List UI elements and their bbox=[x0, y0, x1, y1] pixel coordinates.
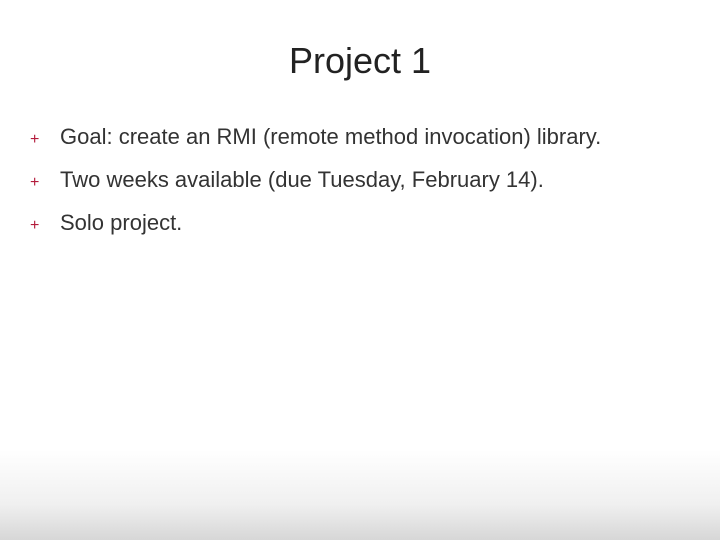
bullet-list: + Goal: create an RMI (remote method inv… bbox=[30, 122, 690, 238]
plus-icon: + bbox=[30, 215, 44, 237]
list-item: + Two weeks available (due Tuesday, Febr… bbox=[30, 165, 690, 196]
list-item: + Solo project. bbox=[30, 208, 690, 239]
bullet-text: Solo project. bbox=[60, 208, 690, 239]
plus-icon: + bbox=[30, 129, 44, 151]
plus-icon: + bbox=[30, 172, 44, 194]
bullet-text: Goal: create an RMI (remote method invoc… bbox=[60, 122, 690, 153]
bullet-text: Two weeks available (due Tuesday, Februa… bbox=[60, 165, 690, 196]
list-item: + Goal: create an RMI (remote method inv… bbox=[30, 122, 690, 153]
slide-container: Project 1 + Goal: create an RMI (remote … bbox=[0, 0, 720, 540]
page-title: Project 1 bbox=[30, 40, 690, 82]
